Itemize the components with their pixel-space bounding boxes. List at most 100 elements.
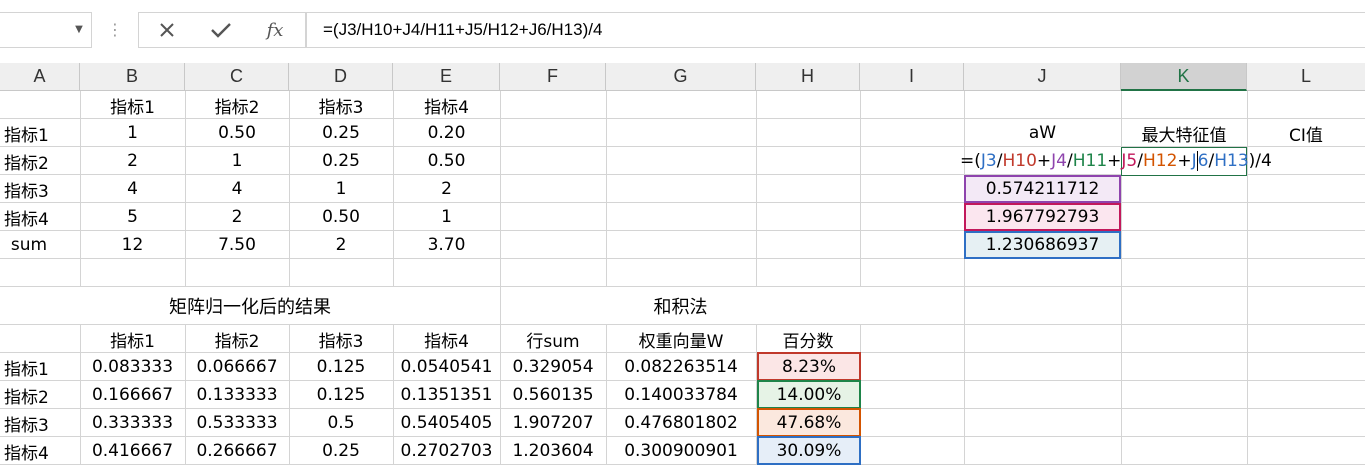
- chevron-down-icon[interactable]: ▼: [72, 14, 86, 44]
- table-cell[interactable]: 0.50: [289, 203, 393, 231]
- in-cell-formula-editor[interactable]: =(J3/H10 + J4/H11 + J5/H12 + J 6/H13)/4: [960, 147, 1365, 175]
- col-header-f[interactable]: F: [500, 63, 606, 91]
- table-cell[interactable]: 1: [289, 175, 393, 203]
- table-cell[interactable]: 0.533333: [185, 409, 289, 437]
- col-header-k[interactable]: K: [1121, 63, 1247, 91]
- col-header-e[interactable]: E: [393, 63, 500, 91]
- row-label[interactable]: 指标4: [0, 437, 80, 465]
- formula-token: J5: [1121, 151, 1138, 171]
- normalized-matrix-title[interactable]: 矩阵归一化后的结果: [0, 287, 500, 324]
- ci-header[interactable]: CI值: [1247, 119, 1365, 147]
- header-cell[interactable]: 指标3: [289, 325, 393, 353]
- table-cell[interactable]: 0.416667: [80, 437, 185, 465]
- header-cell[interactable]: 指标4: [393, 325, 500, 353]
- table-cell[interactable]: 0.5: [289, 409, 393, 437]
- col-header-h[interactable]: H: [756, 63, 860, 91]
- col-header-d[interactable]: D: [289, 63, 393, 91]
- formula-input[interactable]: =(J3/H10+J4/H11+J5/H12+J6/H13)/4: [306, 12, 1365, 48]
- row-label[interactable]: 指标3: [0, 409, 80, 437]
- col-header-a[interactable]: A: [0, 63, 80, 91]
- table-cell[interactable]: 1.203604: [500, 437, 606, 465]
- table-cell[interactable]: 3.70: [393, 231, 500, 259]
- col-header-j[interactable]: J: [964, 63, 1121, 91]
- table-cell[interactable]: 0.0540541: [393, 353, 500, 381]
- max-eigenvalue-header[interactable]: 最大特征值: [1121, 119, 1247, 147]
- table-cell[interactable]: 2: [393, 175, 500, 203]
- row-label[interactable]: sum: [0, 231, 58, 259]
- table-cell[interactable]: 7.50: [185, 231, 289, 259]
- row-label[interactable]: 指标4: [0, 203, 80, 231]
- formula-token: )/4: [1248, 151, 1272, 171]
- col-header-b[interactable]: B: [80, 63, 185, 91]
- header-cell[interactable]: 百分数: [756, 325, 860, 353]
- table-cell[interactable]: 5: [80, 203, 185, 231]
- table-cell[interactable]: 2: [185, 203, 289, 231]
- table-cell[interactable]: 2: [289, 231, 393, 259]
- table-cell[interactable]: 0.1351351: [393, 381, 500, 409]
- table-cell[interactable]: 2: [80, 147, 185, 175]
- header-cell[interactable]: 指标2: [185, 91, 289, 119]
- table-cell[interactable]: 0.082263514: [606, 353, 756, 381]
- percent-cell[interactable]: 30.09%: [757, 436, 861, 465]
- header-cell[interactable]: 权重向量W: [606, 325, 756, 353]
- row-label[interactable]: 指标1: [0, 353, 80, 381]
- table-cell[interactable]: 0.333333: [80, 409, 185, 437]
- table-cell[interactable]: 0.50: [393, 147, 500, 175]
- header-cell[interactable]: 指标1: [80, 91, 185, 119]
- percent-cell[interactable]: 14.00%: [757, 380, 861, 409]
- table-cell[interactable]: 0.140033784: [606, 381, 756, 409]
- table-cell[interactable]: 0.329054: [500, 353, 606, 381]
- table-cell[interactable]: 1: [80, 119, 185, 147]
- check-icon[interactable]: [196, 12, 246, 48]
- table-cell[interactable]: 0.066667: [185, 353, 289, 381]
- table-cell[interactable]: 12: [80, 231, 185, 259]
- row-label[interactable]: 指标1: [0, 119, 80, 147]
- percent-cell[interactable]: 8.23%: [757, 352, 861, 381]
- header-cell[interactable]: 指标4: [393, 91, 500, 119]
- table-cell[interactable]: 1: [393, 203, 500, 231]
- table-cell[interactable]: 0.133333: [185, 381, 289, 409]
- table-cell[interactable]: 0.2702703: [393, 437, 500, 465]
- table-cell[interactable]: 0.083333: [80, 353, 185, 381]
- table-cell[interactable]: 4: [80, 175, 185, 203]
- aw-value-cell[interactable]: 1.967792793: [964, 203, 1121, 231]
- table-cell[interactable]: 0.166667: [80, 381, 185, 409]
- table-cell[interactable]: 4: [185, 175, 289, 203]
- aw-value-cell[interactable]: 1.230686937: [964, 231, 1121, 259]
- sum-product-method-title[interactable]: 和积法: [501, 287, 860, 324]
- table-cell[interactable]: 0.560135: [500, 381, 606, 409]
- percent-cell[interactable]: 47.68%: [757, 408, 861, 437]
- header-cell[interactable]: 行sum: [500, 325, 606, 353]
- table-cell[interactable]: 0.25: [289, 119, 393, 147]
- header-cell[interactable]: 指标2: [185, 325, 289, 353]
- table-cell[interactable]: 0.25: [289, 437, 393, 465]
- aw-header[interactable]: aW: [964, 119, 1121, 147]
- col-header-c[interactable]: C: [185, 63, 289, 91]
- table-cell[interactable]: 0.25: [289, 147, 393, 175]
- formula-token: H12: [1142, 151, 1178, 171]
- col-header-l[interactable]: L: [1247, 63, 1365, 91]
- table-cell[interactable]: 0.20: [393, 119, 500, 147]
- formula-token: H10: [1002, 151, 1037, 171]
- header-cell[interactable]: 指标3: [289, 91, 393, 119]
- formula-token: +: [1107, 151, 1122, 171]
- row-label[interactable]: 指标2: [0, 381, 80, 409]
- close-icon[interactable]: [142, 12, 192, 48]
- header-cell[interactable]: 指标1: [80, 325, 185, 353]
- table-cell[interactable]: 0.125: [289, 381, 393, 409]
- aw-value-cell[interactable]: 0.574211712: [964, 175, 1121, 203]
- table-cell[interactable]: 0.266667: [185, 437, 289, 465]
- drag-handle-icon[interactable]: ⋮: [107, 14, 123, 44]
- table-cell[interactable]: 0.50: [185, 119, 289, 147]
- col-header-i[interactable]: I: [860, 63, 964, 91]
- table-cell[interactable]: 0.5405405: [393, 409, 500, 437]
- table-cell[interactable]: 1: [185, 147, 289, 175]
- table-cell[interactable]: 0.125: [289, 353, 393, 381]
- table-cell[interactable]: 0.300900901: [606, 437, 756, 465]
- table-cell[interactable]: 1.907207: [500, 409, 606, 437]
- table-cell[interactable]: 0.476801802: [606, 409, 756, 437]
- row-label[interactable]: 指标2: [0, 147, 80, 175]
- col-header-g[interactable]: G: [606, 63, 756, 91]
- fx-icon[interactable]: fx: [250, 12, 300, 48]
- row-label[interactable]: 指标3: [0, 175, 80, 203]
